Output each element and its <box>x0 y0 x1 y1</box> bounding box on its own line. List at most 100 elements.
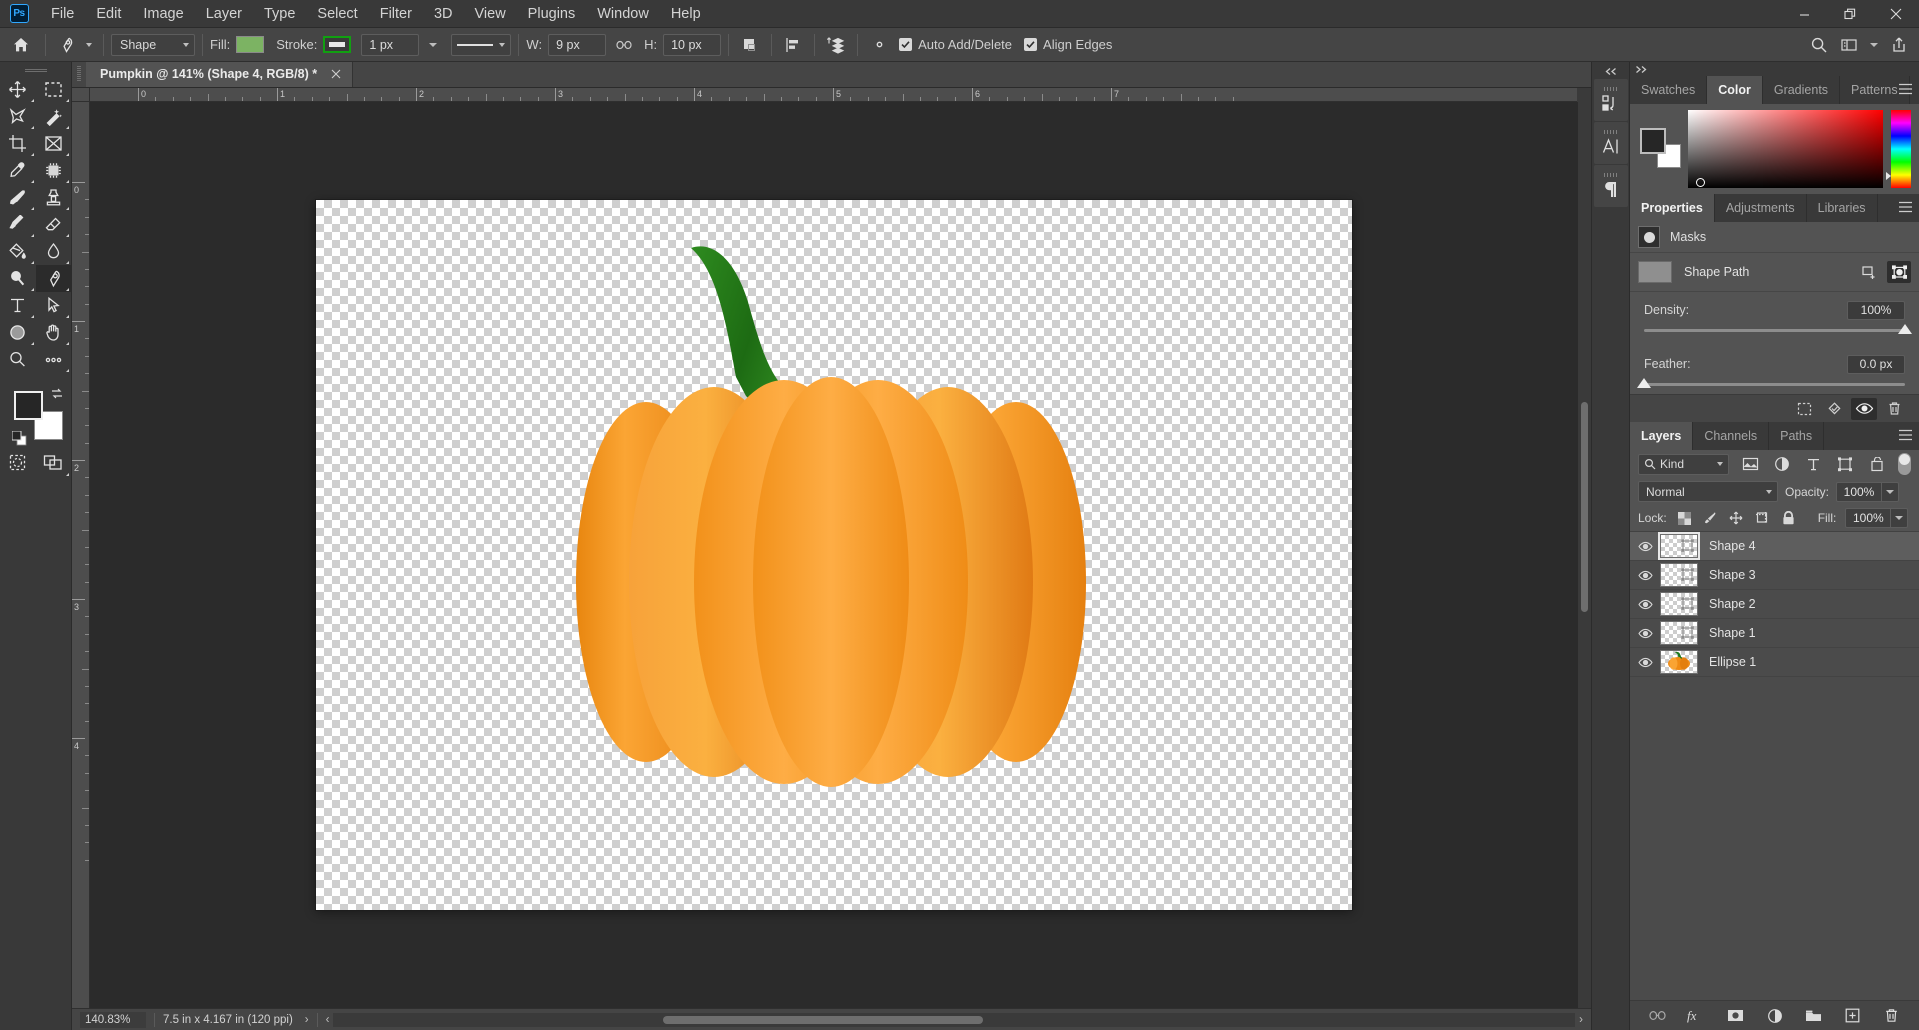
menu-layer[interactable]: Layer <box>195 2 253 26</box>
swap-colors-icon[interactable] <box>50 387 64 401</box>
toggle-mask-icon[interactable] <box>1851 398 1877 420</box>
gear-icon[interactable] <box>865 32 893 58</box>
filter-pixel-icon[interactable] <box>1739 453 1761 475</box>
opacity-stepper[interactable] <box>1882 482 1899 502</box>
history-brush-tool[interactable] <box>0 211 36 238</box>
adjustment-layer-icon[interactable] <box>1765 1006 1785 1026</box>
chevron-left-icon[interactable]: ‹ <box>326 1014 330 1026</box>
fill-input[interactable]: 100% <box>1845 508 1891 528</box>
document-tab-pumpkin[interactable]: Pumpkin @ 141% (Shape 4, RGB/8) * <box>86 61 353 87</box>
canvas-stage[interactable] <box>90 102 1577 1008</box>
horizontal-ruler[interactable]: 01234567 <box>90 88 1577 102</box>
layer-thumbnail[interactable] <box>1660 592 1698 616</box>
collapse-panels-icon[interactable] <box>1592 64 1629 78</box>
opacity-input[interactable]: 100% <box>1836 482 1882 502</box>
path-alignment-icon[interactable] <box>779 32 807 58</box>
path-selection-tool[interactable] <box>36 292 72 319</box>
path-arrangement-icon[interactable] <box>822 32 850 58</box>
fill-color-swatch[interactable] <box>236 36 264 53</box>
tab-channels[interactable]: Channels <box>1693 422 1769 450</box>
dodge-tool[interactable] <box>0 265 36 292</box>
eraser-tool[interactable] <box>36 211 72 238</box>
tab-paths[interactable]: Paths <box>1769 422 1824 450</box>
zoom-level-input[interactable]: 140.83% <box>80 1012 146 1028</box>
canvas-horizontal-scrollbar[interactable] <box>333 1013 1575 1027</box>
expand-panels-icon[interactable] <box>1634 65 1648 74</box>
path-operations-icon[interactable] <box>736 32 764 58</box>
stroke-width-input[interactable]: 1 px <box>361 34 419 56</box>
menu-plugins[interactable]: Plugins <box>517 2 587 26</box>
auto-add-delete-checkbox[interactable]: Auto Add/Delete <box>893 37 1018 52</box>
menu-view[interactable]: View <box>464 2 517 26</box>
menu-file[interactable]: File <box>40 2 85 26</box>
zoom-tool[interactable] <box>0 346 36 373</box>
link-icon[interactable] <box>610 32 638 58</box>
eyedropper-tool[interactable] <box>0 157 36 184</box>
layer-row-shape-3[interactable]: Shape 3 <box>1630 561 1919 590</box>
gradient-tool[interactable] <box>0 238 36 265</box>
color-field-marker[interactable] <box>1696 178 1705 187</box>
lock-all-icon[interactable] <box>1780 508 1797 528</box>
edit-toolbar-button[interactable] <box>36 346 72 373</box>
document-canvas[interactable] <box>316 200 1352 910</box>
layer-visibility-eye-icon[interactable] <box>1630 541 1660 552</box>
active-tool-preset[interactable] <box>53 31 96 59</box>
blur-tool[interactable] <box>36 238 72 265</box>
close-icon[interactable] <box>329 68 342 81</box>
layer-visibility-eye-icon[interactable] <box>1630 657 1660 668</box>
rectangular-marquee-tool[interactable] <box>36 76 72 103</box>
toolbar-grip[interactable] <box>0 66 71 76</box>
panel-menu-icon[interactable] <box>1898 83 1913 95</box>
rail-item-paragraph[interactable] <box>1594 165 1628 207</box>
filter-type-icon[interactable] <box>1803 453 1825 475</box>
hand-tool[interactable] <box>36 319 72 346</box>
mask-options-icon[interactable] <box>1887 261 1911 283</box>
menu-select[interactable]: Select <box>306 2 368 26</box>
color-panel-foreground-chip[interactable] <box>1640 128 1666 154</box>
lock-image-pixels-icon[interactable] <box>1702 508 1719 528</box>
align-edges-checkbox[interactable]: Align Edges <box>1018 37 1118 52</box>
menu-window[interactable]: Window <box>586 2 660 26</box>
minimize-button[interactable] <box>1781 0 1827 28</box>
lock-artboard-icon[interactable] <box>1754 508 1771 528</box>
layer-thumbnail[interactable] <box>1660 563 1698 587</box>
apply-mask-icon[interactable] <box>1821 398 1847 420</box>
layer-thumbnail[interactable] <box>1660 650 1698 674</box>
filter-enable-toggle[interactable] <box>1898 453 1911 475</box>
vertical-ruler[interactable]: 01234 <box>72 102 90 1008</box>
filter-shape-icon[interactable] <box>1835 453 1857 475</box>
layer-list[interactable]: Shape 4Shape 3Shape 2Shape 1Ellipse 1 <box>1630 532 1919 1000</box>
layer-visibility-eye-icon[interactable] <box>1630 628 1660 639</box>
close-button[interactable] <box>1873 0 1919 28</box>
object-selection-tool[interactable] <box>36 103 72 130</box>
new-layer-icon[interactable] <box>1843 1006 1863 1026</box>
type-tool[interactable] <box>0 292 36 319</box>
fill-stepper[interactable] <box>1891 508 1908 528</box>
default-colors-icon[interactable] <box>12 431 27 446</box>
layer-thumbnail[interactable] <box>1660 534 1698 558</box>
menu-image[interactable]: Image <box>132 2 194 26</box>
tab-adjustments[interactable]: Adjustments <box>1715 194 1807 222</box>
shape-path-thumbnail[interactable] <box>1638 261 1672 283</box>
link-layers-icon[interactable] <box>1648 1006 1668 1026</box>
panel-menu-icon[interactable] <box>1898 201 1913 213</box>
new-group-icon[interactable] <box>1804 1006 1824 1026</box>
brush-tool[interactable] <box>0 184 36 211</box>
menu-help[interactable]: Help <box>660 2 712 26</box>
menu-filter[interactable]: Filter <box>369 2 423 26</box>
stroke-width-dropdown[interactable] <box>419 32 447 58</box>
clone-stamp-tool[interactable] <box>36 184 72 211</box>
filter-smart-object-icon[interactable] <box>1866 453 1888 475</box>
layer-thumbnail[interactable] <box>1660 621 1698 645</box>
color-field[interactable] <box>1688 110 1883 188</box>
layer-visibility-eye-icon[interactable] <box>1630 599 1660 610</box>
stroke-style-select[interactable] <box>451 34 511 56</box>
load-selection-icon[interactable] <box>1791 398 1817 420</box>
feather-slider-track[interactable] <box>1644 383 1905 386</box>
delete-layer-icon[interactable] <box>1882 1006 1902 1026</box>
stroke-color-swatch[interactable] <box>323 36 351 53</box>
layer-row-shape-1[interactable]: Shape 1 <box>1630 619 1919 648</box>
lasso-tool[interactable] <box>0 103 36 130</box>
tab-libraries[interactable]: Libraries <box>1807 194 1878 222</box>
lock-transparent-pixels-icon[interactable] <box>1676 508 1693 528</box>
